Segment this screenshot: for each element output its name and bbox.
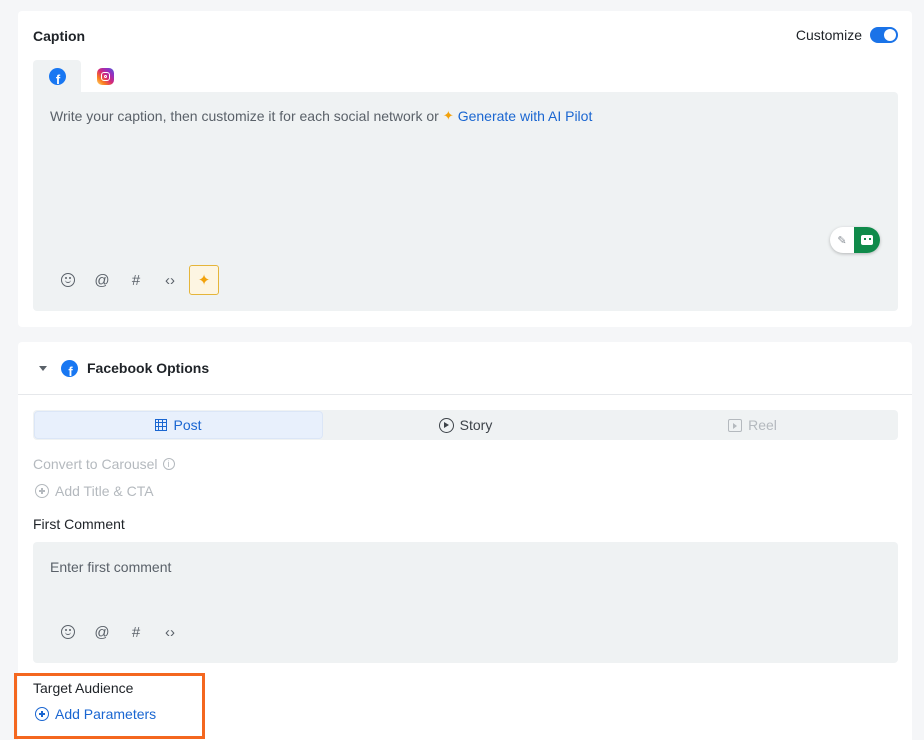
post-type-selector: Post Story Reel (33, 410, 898, 440)
first-comment-placeholder: Enter first comment (50, 559, 172, 575)
ai-assistant-pill[interactable]: ✎ (830, 227, 880, 253)
collapse-caret-icon[interactable] (39, 365, 47, 371)
tab-post-label: Post (173, 417, 202, 433)
mention-icon[interactable]: @ (87, 265, 117, 295)
hashtag-icon[interactable]: # (121, 265, 151, 295)
tab-story[interactable]: Story (322, 412, 609, 438)
mention-icon[interactable]: @ (87, 617, 117, 647)
customize-control[interactable]: Customize (796, 27, 898, 43)
facebook-options-header[interactable]: f Facebook Options (18, 342, 912, 395)
caption-card: Caption Customize f Write your caption, … (18, 11, 912, 327)
info-icon: i (162, 458, 175, 470)
hashtag-icon[interactable]: # (121, 617, 151, 647)
convert-carousel-label: Convert to Carousel (33, 456, 158, 472)
facebook-options-title: Facebook Options (87, 360, 210, 376)
tab-reel: Reel (609, 412, 896, 438)
bot-icon[interactable] (854, 227, 880, 253)
grid-icon (155, 419, 168, 431)
instagram-icon (96, 67, 114, 85)
caption-placeholder-text: Write your caption, then customize it fo… (50, 108, 439, 124)
plus-circle-icon (35, 484, 49, 498)
add-title-cta-label: Add Title & CTA (55, 483, 154, 499)
feather-icon[interactable]: ✎ (830, 227, 854, 253)
sparkle-icon: ✦ (442, 108, 454, 123)
network-tabs: f (33, 60, 129, 92)
emoji-icon[interactable] (53, 617, 83, 647)
reel-icon (728, 418, 743, 432)
ai-sparkle-icon[interactable]: ✦ (189, 265, 219, 295)
first-comment-input[interactable]: Enter first comment @ # ‹› (33, 542, 898, 663)
code-icon[interactable]: ‹› (155, 265, 185, 295)
play-icon (438, 417, 454, 433)
caption-title: Caption (33, 28, 86, 44)
caption-placeholder: Write your caption, then customize it fo… (50, 108, 592, 124)
tab-instagram[interactable] (81, 60, 129, 92)
comment-toolbar: @ # ‹› (53, 617, 189, 647)
facebook-icon: f (61, 359, 78, 377)
convert-carousel: Convert to Carousel i (33, 456, 175, 472)
tab-post[interactable]: Post (35, 412, 322, 438)
emoji-icon[interactable] (53, 265, 83, 295)
code-icon[interactable]: ‹› (155, 617, 185, 647)
customize-label: Customize (795, 27, 862, 43)
customize-toggle[interactable] (870, 27, 898, 43)
facebook-icon: f (48, 67, 66, 85)
caption-editor[interactable]: Write your caption, then customize it fo… (33, 92, 898, 311)
first-comment-label: First Comment (33, 516, 125, 532)
tab-reel-label: Reel (748, 417, 777, 433)
target-audience-highlight (14, 673, 205, 739)
tab-facebook[interactable]: f (33, 60, 81, 92)
caption-toolbar: @ # ‹› ✦ (53, 265, 223, 295)
add-title-cta: Add Title & CTA (35, 483, 154, 499)
generate-ai-link[interactable]: Generate with AI Pilot (458, 108, 593, 124)
tab-story-label: Story (459, 417, 493, 433)
